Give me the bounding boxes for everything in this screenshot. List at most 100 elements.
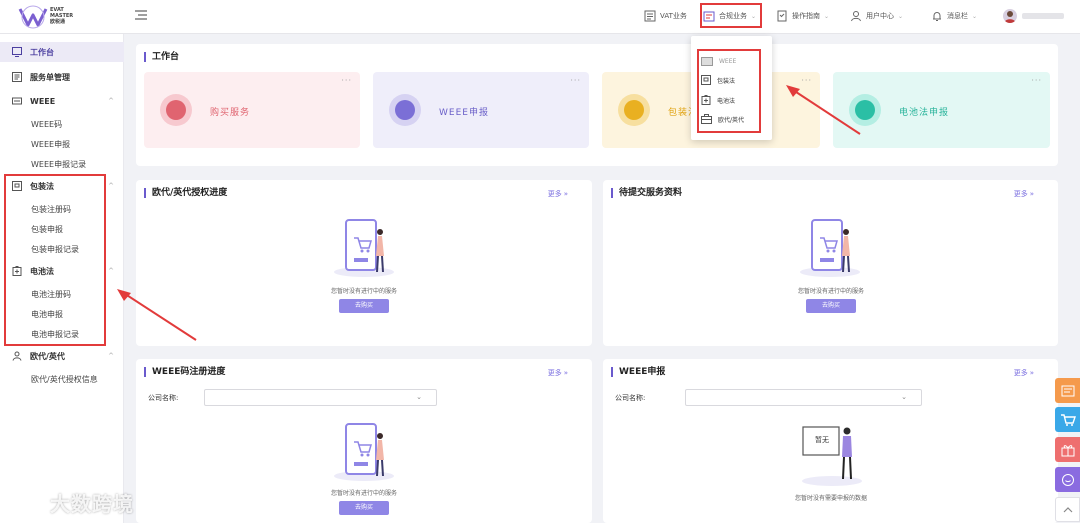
empty-text: 您暂时没有进行中的服务 [797, 288, 864, 295]
tile-weee-circle [389, 94, 421, 126]
sidebar-group-eu-rep[interactable]: 欧代/英代 ^ [0, 346, 124, 366]
tile-more-icon[interactable]: ··· [341, 76, 352, 85]
panel-eu-auth-empty: 您暂时没有进行中的服务 去购买 [264, 286, 464, 313]
tile-weee-declare[interactable]: WEEE申报 ··· [373, 72, 589, 148]
panel-weee-progress: WEEE码注册进度 更多» 公司名称: ⌄ 您暂时没有进行中的服务 去购买 [136, 359, 592, 523]
empty-text: 您暂时没有需要申报的数据 [794, 495, 867, 502]
gift-icon [1061, 444, 1074, 456]
tile-weee-label: WEEE申报 [439, 108, 489, 118]
chevron-up-icon: ^ [108, 182, 114, 190]
go-buy-button[interactable]: 去购买 [339, 501, 389, 515]
tile-more-icon[interactable]: ··· [570, 76, 581, 85]
company-name-label: 公司名称: [148, 394, 179, 402]
empty-text: 您暂时没有进行中的服务 [330, 288, 397, 295]
double-chevron-right-icon: » [563, 190, 568, 198]
chevron-up-icon: ^ [108, 267, 114, 275]
empty-cart-illustration [334, 423, 394, 481]
person-icon [12, 351, 22, 361]
panel-weee-declare-empty: 您暂时没有需要申报的数据 [731, 493, 931, 502]
go-buy-button[interactable]: 去购买 [806, 299, 856, 313]
sidebar-label-workbench: 工作台 [30, 47, 54, 57]
panel-weee-progress-empty: 您暂时没有进行中的服务 去购买 [264, 488, 464, 515]
empty-cart-illustration [334, 219, 394, 277]
tile-battery-label: 电池法申报 [899, 108, 950, 118]
company-name-label: 公司名称: [615, 394, 646, 402]
watermark-text: 大数跨境 [50, 492, 134, 516]
panel-pending-docs-title: 待提交服务资料 [611, 188, 682, 198]
brand-name-cn: 欧税通 [50, 19, 66, 25]
chevron-down-icon: ⌄ [972, 12, 978, 20]
panel-weee-progress-title: WEEE码注册进度 [144, 367, 225, 377]
support-icon [1061, 473, 1074, 486]
nav-messages-label: 消息栏 [947, 12, 968, 20]
nav-user-center[interactable]: 用户中心 ⌄ [850, 9, 903, 23]
workbench-title: 工作台 [144, 52, 179, 62]
float-button-support[interactable] [1055, 467, 1080, 492]
tile-buy-service[interactable]: 购买服务 ··· [144, 72, 360, 148]
sidebar-item-workbench[interactable]: 工作台 [0, 42, 124, 62]
sidebar-item-service-orders[interactable]: 服务单管理 [0, 67, 124, 87]
empty-cart-illustration [800, 219, 860, 277]
float-button-new[interactable] [1055, 378, 1080, 403]
chevron-down-icon: ⌄ [898, 12, 904, 20]
panel-weee-declare-title: WEEE申报 [611, 367, 665, 377]
panel-weee-progress-more-link[interactable]: 更多» [548, 368, 568, 378]
weee-icon [12, 97, 22, 105]
annotation-arrow-sidebar [117, 289, 197, 341]
sidebar-label-service-orders: 服务单管理 [30, 72, 70, 82]
nav-guide-label: 操作指南 [792, 12, 820, 20]
tile-battery-declare[interactable]: 电池法申报 ··· [833, 72, 1050, 148]
nav-operation-guide[interactable]: 操作指南 ⌄ [776, 9, 829, 23]
top-header: EVAT MASTER 欧税通 VAT业务 合规业务 ⌄ 操作指南 ⌄ 用户中心… [0, 0, 1080, 34]
chevron-down-icon: ⌄ [824, 12, 830, 20]
tile-buy-circle [160, 94, 192, 126]
menu-collapse-icon[interactable] [135, 10, 147, 20]
sidebar-item-eu-rep-info[interactable]: 欧代/英代授权信息 [0, 369, 124, 389]
company-name-select[interactable]: ⌄ [685, 389, 922, 406]
bag-icon [166, 100, 186, 120]
chevron-up-icon: ^ [108, 352, 114, 360]
float-button-back-to-top[interactable] [1055, 497, 1080, 522]
sidebar-item-weee-code[interactable]: WEEE码 [0, 114, 124, 134]
panel-pending-docs-more-link[interactable]: 更多» [1014, 189, 1034, 199]
user-icon [851, 11, 861, 22]
workbench-card: 工作台 购买服务 ··· WEEE申报 ··· 包装法 ··· 电池法申报 ··… [136, 44, 1058, 166]
more-label: 更多 [547, 369, 562, 377]
company-name-select[interactable]: ⌄ [204, 389, 437, 406]
go-buy-button[interactable]: 去购买 [339, 299, 389, 313]
sidebar-item-weee-records[interactable]: WEEE申报记录 [0, 154, 124, 174]
brand-logo[interactable]: EVAT MASTER 欧税通 [14, 5, 124, 29]
float-button-gift[interactable] [1055, 437, 1080, 462]
nav-user-label: 用户中心 [866, 12, 894, 20]
sidebar-label-weee: WEEE [30, 96, 56, 106]
more-label: 更多 [1013, 369, 1028, 377]
sidebar-label-eu-rep: 欧代/英代 [30, 351, 65, 361]
annotation-box-sidebar [4, 174, 106, 346]
panel-eu-auth-more-link[interactable]: 更多» [548, 189, 568, 199]
sidebar-item-weee-declare[interactable]: WEEE申报 [0, 134, 124, 154]
tile-more-icon[interactable]: ··· [1031, 76, 1042, 85]
workbench-icon [12, 47, 22, 57]
tile-packaging-circle [618, 94, 650, 126]
panel-weee-declare-more-link[interactable]: 更多» [1014, 368, 1034, 378]
nav-vat-business[interactable]: VAT业务 [644, 9, 687, 23]
double-chevron-right-icon: » [1029, 369, 1034, 377]
panel-pending-docs-empty: 您暂时没有进行中的服务 去购买 [731, 286, 931, 313]
brand-text: EVAT MASTER 欧税通 [50, 7, 73, 25]
sidebar-group-weee[interactable]: WEEE ^ [0, 91, 124, 111]
sidebar-label-eu-rep-info: 欧代/英代授权信息 [31, 374, 98, 384]
sidebar-label-weee-records: WEEE申报记录 [31, 159, 87, 169]
panel-eu-auth-title: 欧代/英代授权进度 [144, 188, 227, 198]
float-button-cart[interactable] [1055, 407, 1080, 432]
tile-buy-label: 购买服务 [210, 108, 251, 118]
more-label: 更多 [1013, 190, 1028, 198]
vat-icon [644, 10, 656, 22]
avatar[interactable] [1003, 9, 1017, 23]
panel-eu-auth: 欧代/英代授权进度 更多» 您暂时没有进行中的服务 去购买 [136, 180, 592, 346]
chevron-up-icon [1063, 506, 1072, 512]
chevron-down-icon: ⌄ [901, 393, 907, 401]
nav-messages[interactable]: 消息栏 ⌄ [931, 9, 977, 23]
orders-icon [12, 72, 22, 82]
empty-board-illustration [802, 426, 862, 486]
empty-text: 您暂时没有进行中的服务 [330, 490, 397, 497]
